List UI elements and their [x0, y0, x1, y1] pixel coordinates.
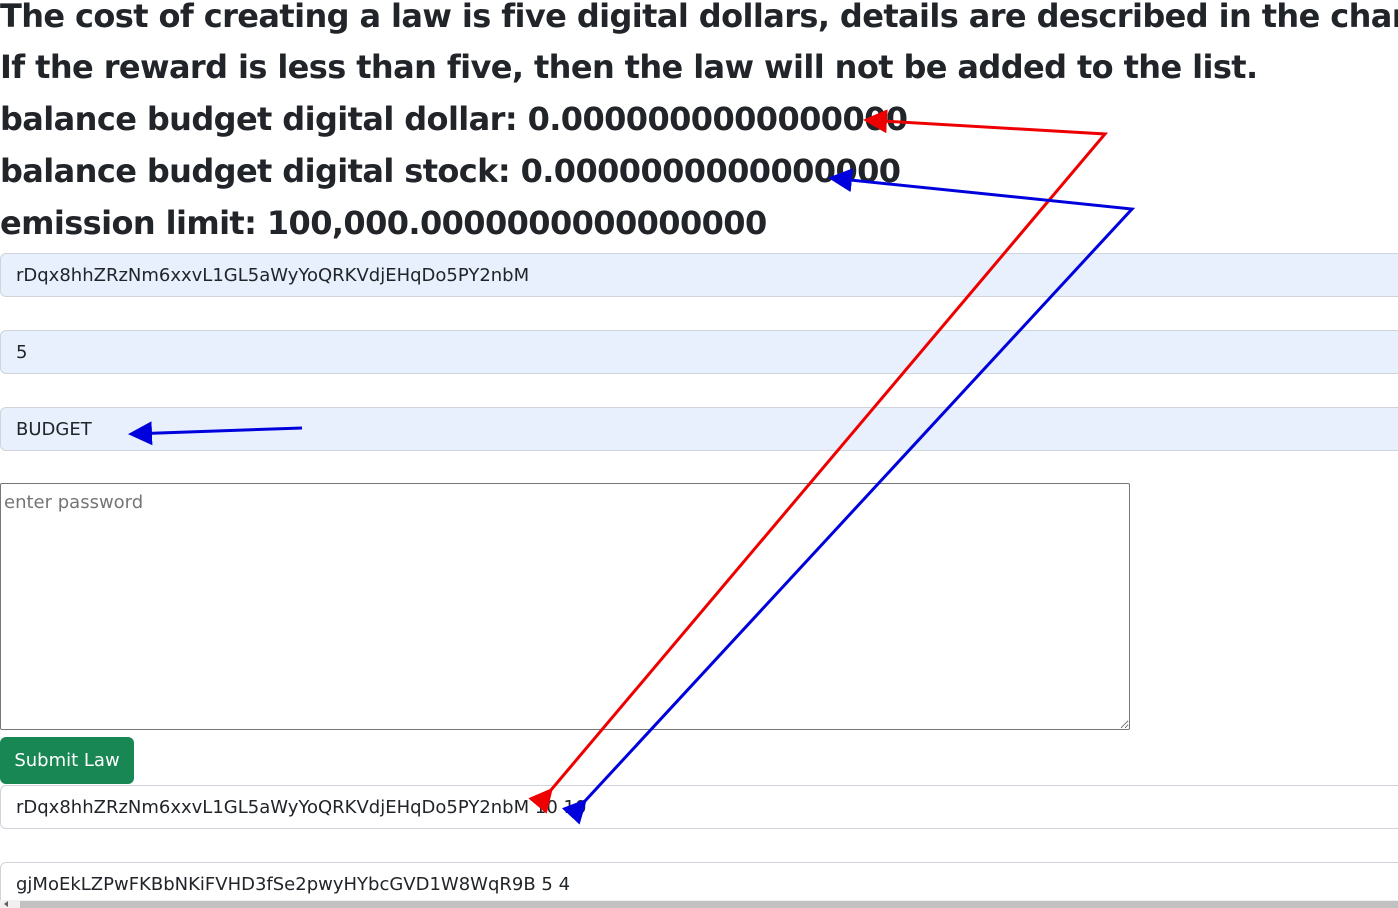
horizontal-scrollbar[interactable] — [0, 900, 1398, 908]
law-entry-1[interactable] — [0, 785, 1398, 829]
law-name-input[interactable] — [0, 407, 1398, 451]
reward-input[interactable] — [0, 330, 1398, 374]
cost-info-text: The cost of creating a law is five digit… — [0, 0, 1398, 35]
address-input[interactable] — [0, 253, 1398, 297]
submit-law-button[interactable]: Submit Law — [0, 737, 134, 784]
scroll-left-icon[interactable] — [4, 901, 8, 907]
balance-digital-dollar: balance budget digital dollar: 0.0000000… — [0, 100, 908, 138]
password-textarea[interactable] — [0, 483, 1130, 730]
reward-info-text: If the reward is less than five, then th… — [0, 48, 1258, 86]
emission-limit: emission limit: 100,000.0000000000000000 — [0, 204, 767, 242]
balance-digital-stock: balance budget digital stock: 0.00000000… — [0, 152, 901, 190]
scrollbar-thumb[interactable] — [20, 901, 1398, 908]
